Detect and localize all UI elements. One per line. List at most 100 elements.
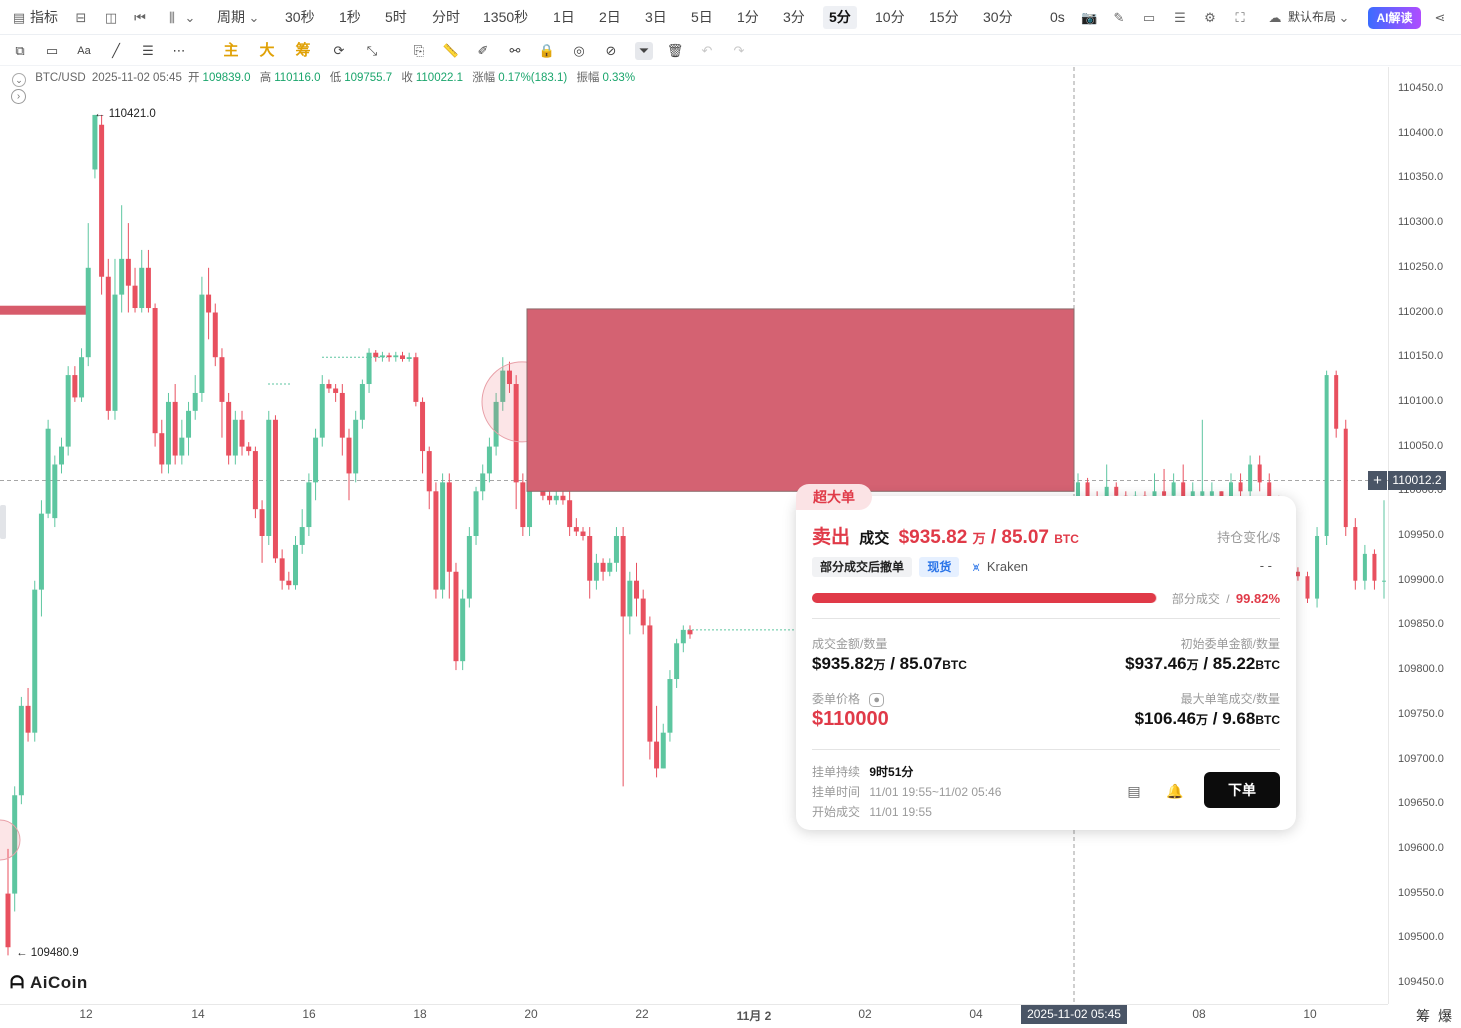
interval-tab[interactable]: 2日 xyxy=(599,0,621,35)
y-tick-label: 109550.0 xyxy=(1398,886,1444,899)
left-panel-handle[interactable] xyxy=(0,505,6,539)
layout-grid-icon[interactable]: ◫ xyxy=(103,10,119,26)
y-tick-label: 109800.0 xyxy=(1398,663,1444,676)
main-force-toggle[interactable]: 主 xyxy=(222,42,240,60)
duration-value: 9时51分 xyxy=(869,765,914,779)
chevron-down-icon[interactable]: ⌄ xyxy=(182,10,198,26)
chip-toggle[interactable]: 筹 xyxy=(294,42,312,60)
interval-tab[interactable]: 3分 xyxy=(783,0,805,35)
interval-tab[interactable]: 1秒 xyxy=(339,0,361,35)
period-dropdown[interactable]: 周期 xyxy=(217,0,245,35)
fullscreen-icon[interactable]: ⛶ xyxy=(1232,10,1248,26)
position-change-label: 持仓变化/$ xyxy=(1217,530,1280,545)
copy-icon[interactable]: ⎘ xyxy=(410,42,428,60)
lock-icon[interactable]: 🔒 xyxy=(538,42,556,60)
pencil-icon[interactable]: ✎ xyxy=(1111,10,1127,26)
interval-tab[interactable]: 5日 xyxy=(691,0,713,35)
text-icon[interactable]: Aa xyxy=(75,42,93,60)
y-tick-label: 109450.0 xyxy=(1398,976,1444,988)
chevron-down-icon[interactable]: ⌄ xyxy=(1336,10,1352,26)
candle-body xyxy=(165,401,171,465)
redo-icon[interactable]: ↷ xyxy=(730,42,748,60)
hlines-icon[interactable]: ☰ xyxy=(139,42,157,60)
interval-tab[interactable]: 30分 xyxy=(983,0,1013,35)
interval-tab[interactable]: 分时 xyxy=(432,0,460,35)
candle-body xyxy=(132,285,138,309)
interval-tab[interactable]: 3日 xyxy=(645,0,667,35)
candle-body xyxy=(553,495,559,501)
candle-body xyxy=(105,276,111,411)
trendline-icon[interactable]: ╱ xyxy=(107,42,125,60)
add-alert-icon[interactable]: + xyxy=(1368,471,1387,490)
connect-icon[interactable]: ⊘ xyxy=(602,42,620,60)
toggle-icon[interactable]: ● xyxy=(869,693,885,707)
interval-tab[interactable]: 1350秒 xyxy=(483,0,528,35)
large-order-toggle[interactable]: 大 xyxy=(258,42,276,60)
interval-tab[interactable]: 15分 xyxy=(929,0,959,35)
layout-dropdown[interactable]: 默认布局 xyxy=(1288,0,1336,35)
candle-body xyxy=(172,401,178,456)
candle-body xyxy=(246,446,252,452)
visibility-icon[interactable]: ◎ xyxy=(570,42,588,60)
candle-type-icon[interactable]: ⫼ xyxy=(164,10,180,26)
candle-body xyxy=(560,495,566,501)
ai-interpret-button[interactable]: AI解读 xyxy=(1368,7,1421,29)
share-icon[interactable]: ⋖ xyxy=(1432,10,1448,26)
rectangle-icon[interactable]: ▭ xyxy=(43,42,61,60)
interval-tab[interactable]: 1日 xyxy=(553,0,575,35)
erase-line-icon[interactable]: ⤡ xyxy=(363,42,381,60)
candle-body xyxy=(1372,553,1377,581)
chip-panel-toggle[interactable]: 筹 xyxy=(1416,1006,1430,1026)
order-price-label: 委单价格 xyxy=(812,692,861,706)
note-icon[interactable]: ▭ xyxy=(1141,10,1157,26)
candle-body xyxy=(627,580,633,617)
candle-body xyxy=(139,267,145,309)
link-icon[interactable]: ⚯ xyxy=(506,42,524,60)
x-tick-label: 20 xyxy=(524,1007,538,1021)
x-tick-label: 04 xyxy=(969,1007,983,1021)
candle-body xyxy=(186,410,192,438)
undo-icon[interactable]: ↶ xyxy=(698,42,716,60)
ruler-icon[interactable]: 📏 xyxy=(442,42,460,60)
trash-icon[interactable]: 🗑 xyxy=(666,42,684,60)
max-fill-unit: 万 xyxy=(1196,713,1209,727)
liquidation-panel-toggle[interactable]: 爆 xyxy=(1438,1006,1452,1026)
chevron-down-icon[interactable]: ⌄ xyxy=(246,10,262,26)
more-icon[interactable]: ⋯ xyxy=(170,42,188,60)
filter-icon[interactable]: ⏷ xyxy=(635,42,653,60)
x-tick-label: 12 xyxy=(79,1007,93,1021)
candle-body xyxy=(460,598,466,662)
candle-body xyxy=(1305,576,1310,599)
candle-body xyxy=(25,705,31,733)
sync-icon[interactable]: ⟳ xyxy=(330,42,348,60)
candle-body xyxy=(406,357,412,359)
bell-icon[interactable]: 🔔 xyxy=(1166,783,1183,799)
template-icon[interactable]: ⊟ xyxy=(73,10,89,26)
candle-body xyxy=(239,419,245,447)
interval-tab[interactable]: 10分 xyxy=(875,0,905,35)
interval-tab[interactable]: 5时 xyxy=(385,0,407,35)
divider xyxy=(812,618,1280,619)
interval-tab[interactable]: 5分 xyxy=(823,6,857,29)
add-chart-icon[interactable]: ⧉ xyxy=(11,42,29,60)
current-price-tag: + 110012.2 xyxy=(1368,471,1446,490)
detail-icon[interactable]: ▤ xyxy=(1126,783,1142,799)
y-tick-label: 110400.0 xyxy=(1398,126,1444,139)
interval-tab[interactable]: 30秒 xyxy=(285,0,315,35)
candle-body xyxy=(1362,553,1367,581)
cloud-icon[interactable]: ☁ xyxy=(1267,10,1283,26)
candle-body xyxy=(252,451,258,510)
list-icon[interactable]: ☰ xyxy=(1172,10,1188,26)
time-axis[interactable]: 12 14 16 18 20 22 11月 2 02 04 08 10 xyxy=(0,1004,1388,1028)
rewind-icon[interactable]: ⏮ xyxy=(132,10,148,26)
camera-icon[interactable]: 📷 xyxy=(1081,10,1097,26)
place-order-button[interactable]: 下单 xyxy=(1204,772,1280,808)
magnet-icon[interactable]: ✐ xyxy=(474,42,492,60)
price-axis[interactable]: 110450.0 110400.0 110350.0 110300.0 110250.0… xyxy=(1388,67,1461,1004)
indicator-button[interactable]: 指标 xyxy=(30,0,58,35)
candle-body xyxy=(640,598,646,626)
settings-icon[interactable]: ⚙ xyxy=(1202,10,1218,26)
indicator-icon[interactable]: ▤ xyxy=(11,10,27,26)
interval-tab[interactable]: 1分 xyxy=(737,0,759,35)
y-tick-label: 109850.0 xyxy=(1398,618,1444,631)
